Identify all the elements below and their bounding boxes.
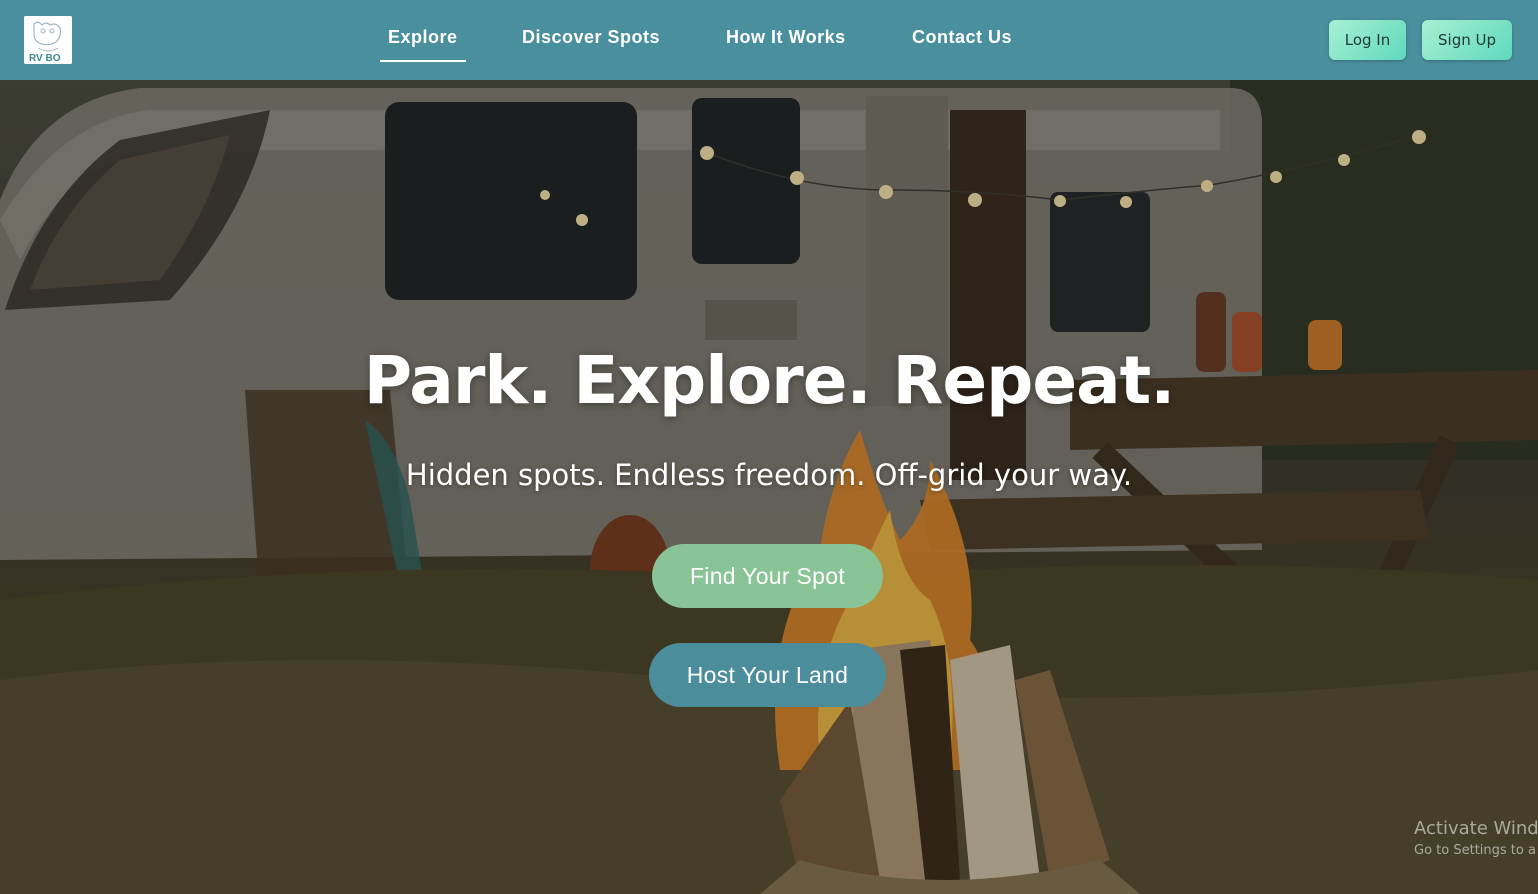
rv-logo-icon[interactable]: RV BO	[24, 16, 72, 64]
signup-button[interactable]: Sign Up	[1422, 20, 1512, 60]
logo-graphic: RV BO	[24, 16, 72, 64]
nav-explore[interactable]: Explore	[388, 27, 458, 48]
svg-text:RV BO: RV BO	[29, 53, 61, 64]
windows-activation-watermark: Activate Wind Go to Settings to a	[1414, 818, 1538, 858]
hero-title: Park. Explore. Repeat.	[363, 342, 1176, 419]
nav-discover-spots[interactable]: Discover Spots	[522, 27, 660, 48]
active-nav-indicator	[380, 60, 466, 62]
hero-subtitle: Hidden spots. Endless freedom. Off-grid …	[405, 458, 1133, 492]
navbar: RV BO Explore Discover Spots How It Work…	[0, 0, 1538, 80]
nav-how-it-works[interactable]: How It Works	[726, 27, 846, 48]
hero-section: Park. Explore. Repeat. Hidden spots. End…	[0, 80, 1538, 894]
nav-contact-us[interactable]: Contact Us	[912, 27, 1012, 48]
login-button[interactable]: Log In	[1329, 20, 1406, 60]
watermark-title: Activate Wind	[1414, 818, 1538, 839]
find-your-spot-button[interactable]: Find Your Spot	[652, 544, 883, 608]
watermark-subtitle: Go to Settings to a	[1414, 843, 1536, 858]
host-your-land-button[interactable]: Host Your Land	[649, 643, 886, 707]
